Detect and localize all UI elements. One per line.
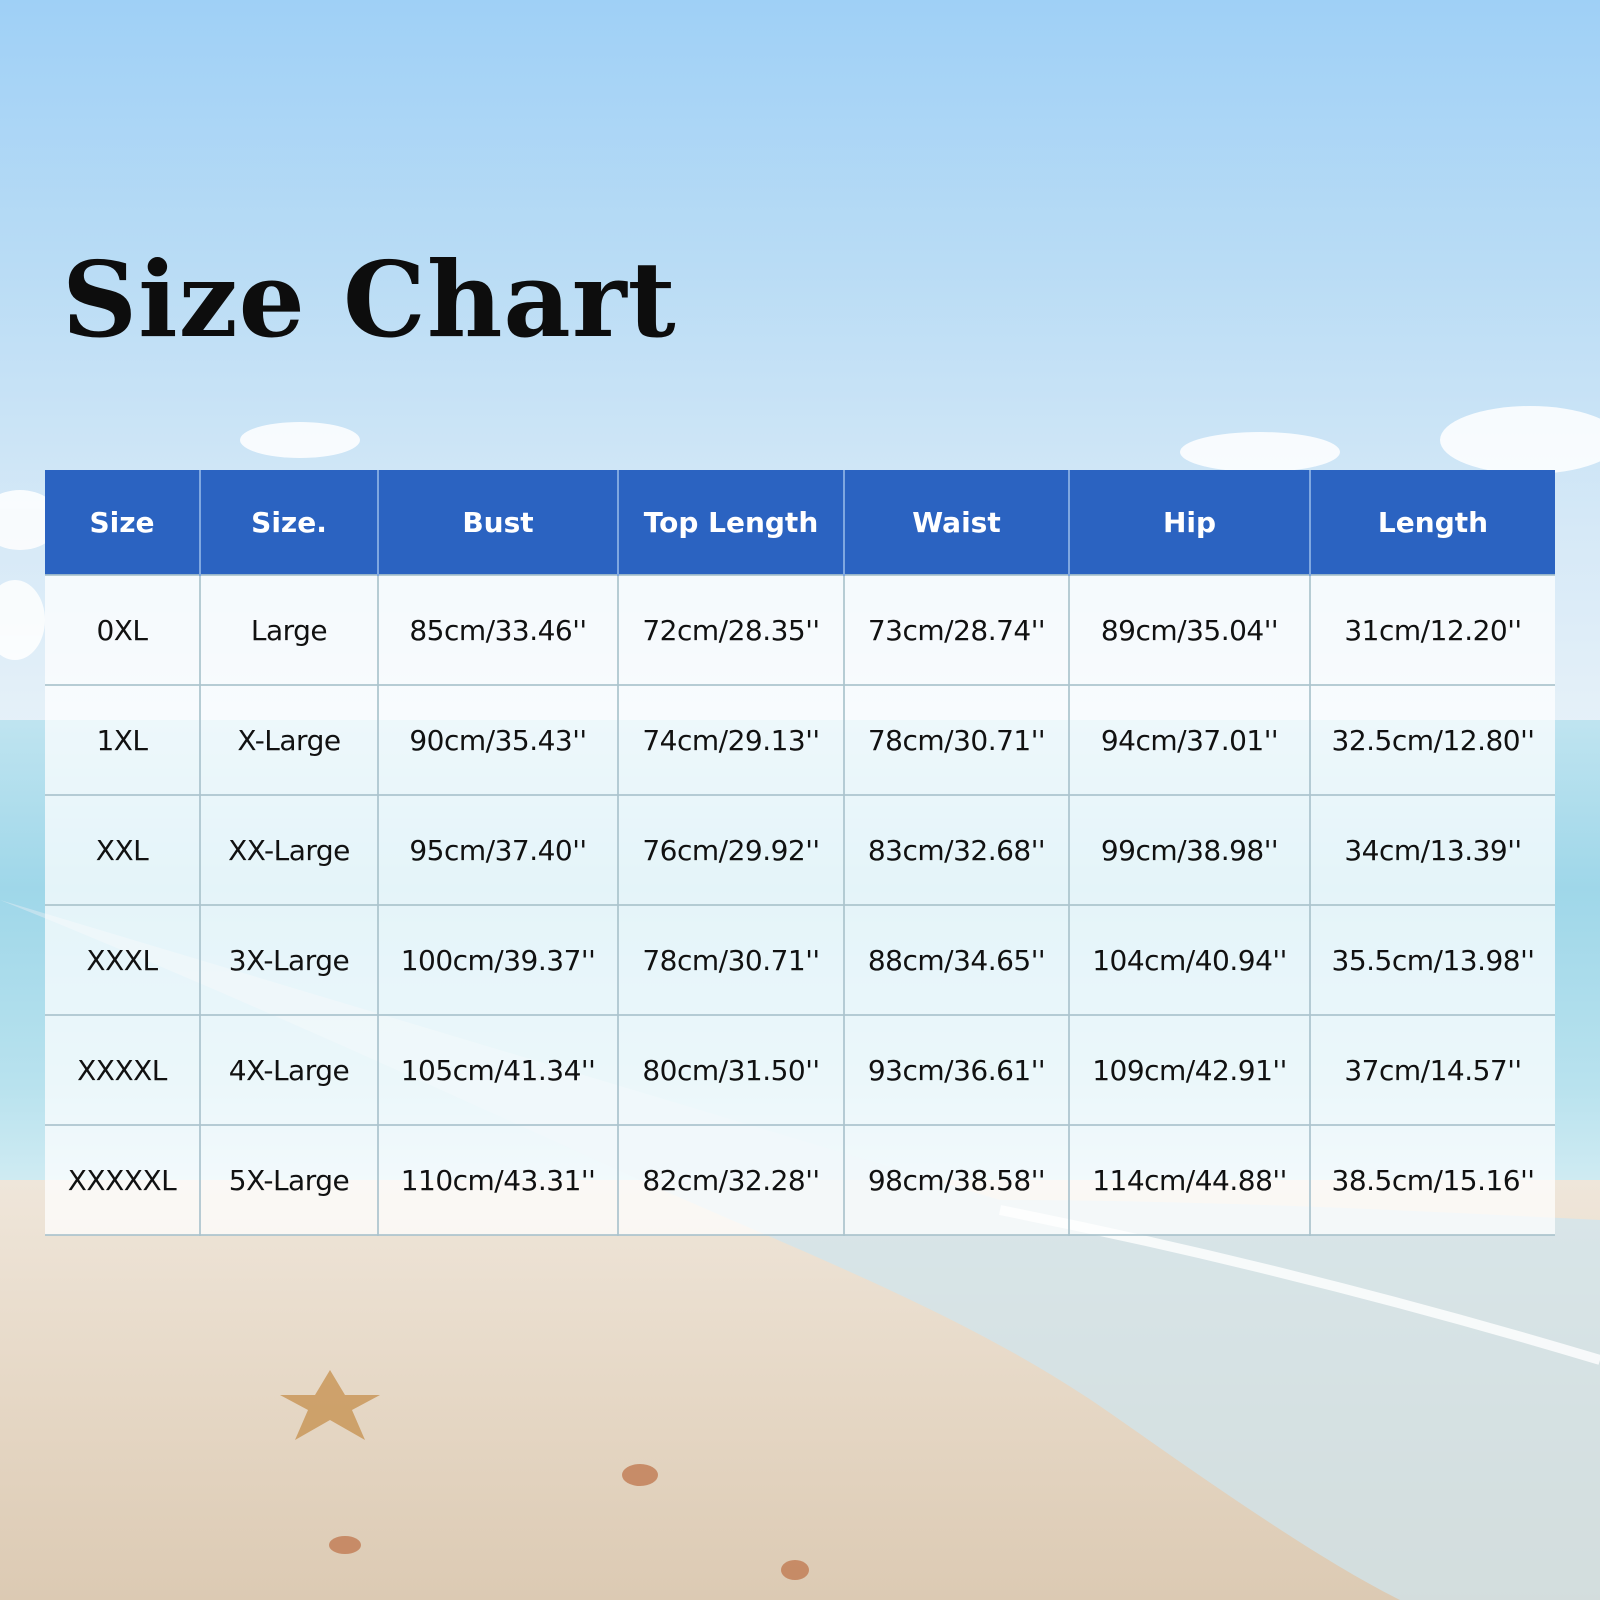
table-row: XXL XX-Large 95cm/37.40'' 76cm/29.92'' 83cm/… xyxy=(45,794,1555,906)
table-cell: 82cm/32.28'' xyxy=(617,1124,845,1236)
table-row: XXXXL 4X-Large 105cm/41.34'' 80cm/31.50'' 93… xyxy=(45,1014,1555,1126)
table-cell: X-Large xyxy=(199,684,379,796)
table-row: XXXL 3X-Large 100cm/39.37'' 78cm/30.71'' 88c… xyxy=(45,904,1555,1016)
table-cell: 32.5cm/12.80'' xyxy=(1309,684,1555,796)
table-cell: 73cm/28.74'' xyxy=(843,574,1070,686)
table-cell: 109cm/42.91'' xyxy=(1068,1014,1311,1126)
table-cell: 4X-Large xyxy=(199,1014,379,1126)
table-cell: 80cm/31.50'' xyxy=(617,1014,845,1126)
table-cell: XXL xyxy=(45,794,201,906)
table-cell: 110cm/43.31'' xyxy=(377,1124,619,1236)
table-cell: 89cm/35.04'' xyxy=(1068,574,1311,686)
table-header-row: Size Size. Bust Top Length Waist Hip Length xyxy=(45,470,1555,575)
table-cell: 83cm/32.68'' xyxy=(843,794,1070,906)
column-header: Size. xyxy=(200,470,379,575)
table-cell: 3X-Large xyxy=(199,904,379,1016)
table-cell: 76cm/29.92'' xyxy=(617,794,845,906)
column-header: Top Length xyxy=(618,470,845,575)
column-header: Length xyxy=(1310,470,1555,575)
table-cell: 100cm/39.37'' xyxy=(377,904,619,1016)
table-cell: 38.5cm/15.16'' xyxy=(1309,1124,1555,1236)
table-row: XXXXXL 5X-Large 110cm/43.31'' 82cm/32.28'' 9… xyxy=(45,1124,1555,1236)
table-cell: 74cm/29.13'' xyxy=(617,684,845,796)
column-header: Bust xyxy=(378,470,619,575)
table-cell: XX-Large xyxy=(199,794,379,906)
table-cell: 35.5cm/13.98'' xyxy=(1309,904,1555,1016)
table-cell: XXXXL xyxy=(45,1014,201,1126)
column-header: Size xyxy=(45,470,201,575)
page-title: Size Chart xyxy=(62,238,677,361)
table-cell: 31cm/12.20'' xyxy=(1309,574,1555,686)
table-cell: 88cm/34.65'' xyxy=(843,904,1070,1016)
table-cell: 34cm/13.39'' xyxy=(1309,794,1555,906)
table-cell: 90cm/35.43'' xyxy=(377,684,619,796)
column-header: Waist xyxy=(844,470,1070,575)
table-cell: 1XL xyxy=(45,684,201,796)
column-header: Hip xyxy=(1069,470,1311,575)
table-cell: 93cm/36.61'' xyxy=(843,1014,1070,1126)
table-cell: 5X-Large xyxy=(199,1124,379,1236)
table-cell: 37cm/14.57'' xyxy=(1309,1014,1555,1126)
table-cell: 78cm/30.71'' xyxy=(617,904,845,1016)
size-chart-table: Size Size. Bust Top Length Waist Hip Length 0X… xyxy=(45,470,1555,1236)
table-cell: 98cm/38.58'' xyxy=(843,1124,1070,1236)
table-cell: XXXXXL xyxy=(45,1124,201,1236)
table-cell: 85cm/33.46'' xyxy=(377,574,619,686)
size-chart-table-container: Size Size. Bust Top Length Waist Hip Length 0X… xyxy=(45,470,1555,1236)
table-cell: 114cm/44.88'' xyxy=(1068,1124,1311,1236)
starfish-illustration xyxy=(280,1370,380,1440)
table-cell: XXXL xyxy=(45,904,201,1016)
table-row: 1XL X-Large 90cm/35.43'' 74cm/29.13'' 78cm/3… xyxy=(45,684,1555,796)
table-cell: 78cm/30.71'' xyxy=(843,684,1070,796)
table-body: 0XL Large 85cm/33.46'' 72cm/28.35'' 73cm/28.… xyxy=(45,574,1555,1236)
table-cell: 104cm/40.94'' xyxy=(1068,904,1311,1016)
table-cell: 99cm/38.98'' xyxy=(1068,794,1311,906)
table-cell: 95cm/37.40'' xyxy=(377,794,619,906)
table-cell: 94cm/37.01'' xyxy=(1068,684,1311,796)
shells-illustration xyxy=(329,1464,809,1580)
table-cell: 105cm/41.34'' xyxy=(377,1014,619,1126)
table-row: 0XL Large 85cm/33.46'' 72cm/28.35'' 73cm/28.… xyxy=(45,574,1555,686)
table-cell: 0XL xyxy=(45,574,201,686)
table-cell: 72cm/28.35'' xyxy=(617,574,845,686)
table-cell: Large xyxy=(199,574,379,686)
